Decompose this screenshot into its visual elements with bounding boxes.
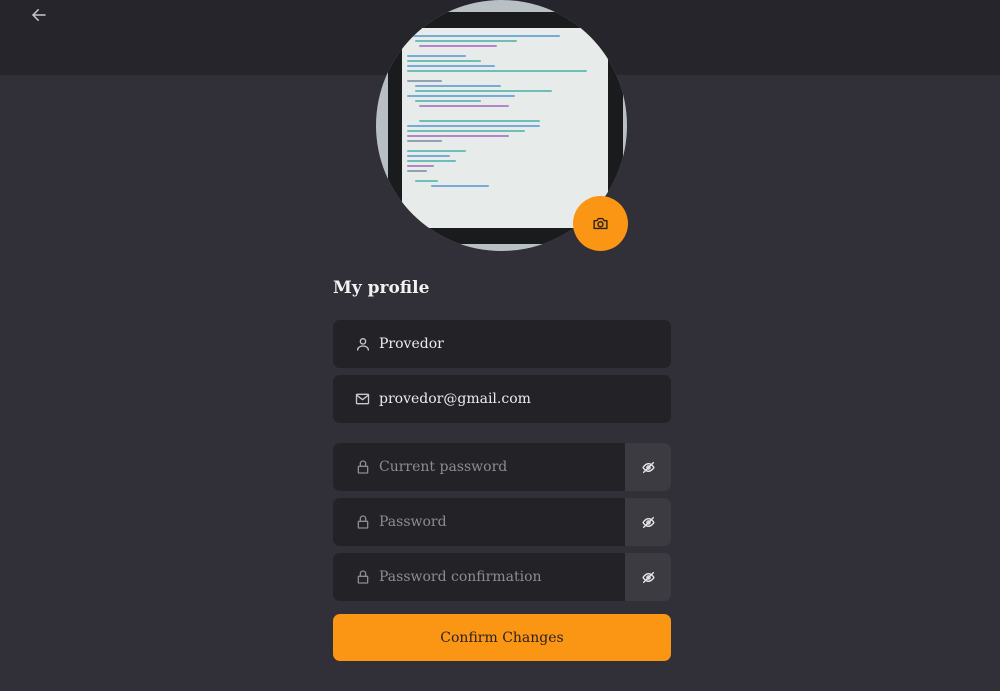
code-line — [407, 55, 466, 57]
toggle-current-password-visibility[interactable] — [625, 443, 671, 491]
code-line — [418, 45, 498, 47]
confirm-changes-button[interactable]: Confirm Changes — [333, 614, 671, 661]
code-line — [414, 180, 439, 182]
code-line — [407, 140, 443, 142]
code-line — [418, 105, 509, 107]
eye-off-icon — [641, 461, 655, 473]
code-line — [407, 165, 435, 167]
eye-off-icon — [641, 571, 655, 583]
camera-icon — [593, 217, 608, 230]
change-avatar-button[interactable] — [573, 196, 628, 251]
page-title: My profile — [333, 278, 430, 298]
toggle-password-confirmation-visibility[interactable] — [625, 553, 671, 601]
back-button[interactable] — [26, 3, 52, 27]
email-value[interactable]: provedor@gmail.com — [379, 391, 531, 407]
code-line — [407, 125, 541, 127]
code-line — [407, 135, 509, 137]
user-icon — [333, 320, 379, 368]
eye-off-icon — [641, 516, 655, 528]
name-field[interactable]: Provedor — [333, 320, 671, 368]
password-confirmation-field — [333, 553, 671, 601]
code-line — [407, 35, 560, 37]
current-password-field — [333, 443, 671, 491]
code-line — [407, 60, 482, 62]
code-line — [414, 40, 517, 42]
email-field[interactable]: provedor@gmail.com — [333, 375, 671, 423]
code-line — [407, 130, 525, 132]
lock-icon — [333, 443, 379, 491]
toggle-password-visibility[interactable] — [625, 498, 671, 546]
code-line — [407, 80, 443, 82]
code-line — [430, 185, 490, 187]
password-input[interactable] — [379, 514, 609, 530]
code-line — [414, 90, 553, 92]
code-line — [407, 160, 456, 162]
code-line — [407, 155, 451, 157]
mail-icon — [333, 375, 379, 423]
code-line — [418, 120, 541, 122]
code-line — [407, 150, 466, 152]
lock-icon — [333, 498, 379, 546]
code-line — [414, 100, 482, 102]
password-field — [333, 498, 671, 546]
code-line — [407, 70, 588, 72]
code-line — [407, 95, 515, 97]
code-line — [407, 65, 496, 67]
arrow-left-icon — [32, 9, 46, 21]
name-value[interactable]: Provedor — [379, 336, 444, 352]
password-confirmation-input[interactable] — [379, 569, 609, 585]
lock-icon — [333, 553, 379, 601]
code-line — [414, 85, 502, 87]
code-line — [407, 170, 427, 172]
current-password-input[interactable] — [379, 459, 609, 475]
